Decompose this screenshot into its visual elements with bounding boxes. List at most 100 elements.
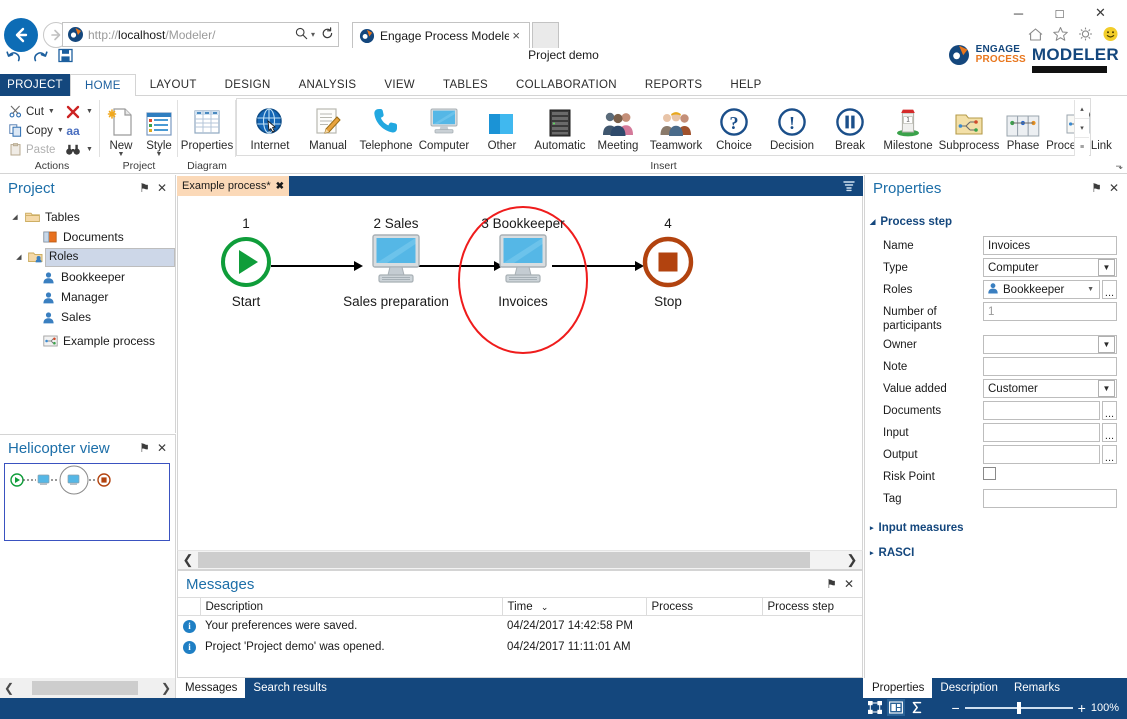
minimize-icon[interactable]: ─ <box>998 2 1039 24</box>
pin-icon[interactable]: ⚑ <box>139 441 150 455</box>
roles-combo[interactable]: Bookkeeper ▼ <box>983 280 1100 299</box>
diagram-tab-close-icon[interactable]: ✖ <box>276 181 284 192</box>
zoom-control[interactable]: − + 100% <box>951 700 1119 716</box>
cut-dropdown-icon[interactable]: ▼ <box>48 108 55 115</box>
back-icon[interactable] <box>4 18 38 52</box>
refresh-icon[interactable] <box>321 26 334 43</box>
tree-item-tables[interactable]: ◢ Tables <box>4 207 175 227</box>
fit-page-icon[interactable] <box>866 699 884 716</box>
search-icon[interactable] <box>295 27 308 43</box>
scroll-track[interactable] <box>18 681 157 695</box>
insert-subprocess-button[interactable]: Subprocess <box>937 103 1001 152</box>
tree-item-bookkeeper[interactable]: Bookkeeper <box>4 267 175 287</box>
pin-icon[interactable]: ⚑ <box>826 577 837 591</box>
risk-point-checkbox[interactable] <box>983 467 996 480</box>
input-input[interactable] <box>983 423 1100 442</box>
ribbon-tab-layout[interactable]: LAYOUT <box>136 74 211 96</box>
ribbon-tab-project[interactable]: PROJECT <box>0 74 70 96</box>
gallery-scroll-down-icon[interactable]: ▾ <box>1075 119 1089 138</box>
chevron-down-icon[interactable]: ▼ <box>1098 259 1115 276</box>
column-header-description[interactable]: Description <box>200 597 503 616</box>
delete-dropdown-icon[interactable]: ▼ <box>86 108 93 115</box>
scroll-right-icon[interactable]: ❯ <box>157 681 175 695</box>
copy-button[interactable]: Copy ▼ <box>6 121 64 140</box>
ribbon-tab-analysis[interactable]: ANALYSIS <box>285 74 371 96</box>
table-row[interactable]: i Project 'Project demo' was opened. 04/… <box>178 637 862 658</box>
close-icon[interactable]: ✕ <box>1109 181 1119 195</box>
documents-ellipsis-button[interactable]: ... <box>1102 401 1117 420</box>
tree-item-documents[interactable]: Documents <box>4 227 175 247</box>
insert-manual-button[interactable]: Manual <box>299 103 357 152</box>
note-input[interactable] <box>983 357 1117 376</box>
ribbon-tab-tables[interactable]: TABLES <box>429 74 502 96</box>
delete-button[interactable]: ▼ <box>64 102 93 121</box>
insert-telephone-button[interactable]: Telephone <box>357 103 415 152</box>
type-select[interactable]: Computer ▼ <box>983 258 1117 277</box>
insert-gallery-scrollbar[interactable]: ▴ ▾ ≡ <box>1074 100 1089 156</box>
ribbon-tab-help[interactable]: HELP <box>716 74 775 96</box>
output-ellipsis-button[interactable]: ... <box>1102 445 1117 464</box>
paste-button[interactable]: Paste <box>6 140 64 159</box>
insert-choice-button[interactable]: ? Choice <box>705 103 763 152</box>
helicopter-minimap[interactable] <box>4 463 170 541</box>
zoom-out-button[interactable]: − <box>951 700 959 716</box>
value-added-select[interactable]: Customer ▼ <box>983 379 1117 398</box>
expand-arrow-icon[interactable]: ◢ <box>12 253 26 261</box>
diagram-node-stop[interactable]: 4 Stop <box>612 216 724 309</box>
tab-messages[interactable]: Messages <box>177 678 246 698</box>
ribbon-tab-design[interactable]: DESIGN <box>211 74 285 96</box>
column-header-process[interactable]: Process <box>646 597 763 616</box>
tab-properties[interactable]: Properties <box>864 678 933 698</box>
close-icon[interactable]: ✕ <box>1080 2 1121 24</box>
input-ellipsis-button[interactable]: ... <box>1102 423 1117 442</box>
insert-internet-button[interactable]: Internet <box>241 103 299 152</box>
redo-icon[interactable] <box>32 49 48 68</box>
diagram-node-invoices[interactable]: 3 Bookkeeper Invoices <box>463 216 583 309</box>
insert-teamwork-button[interactable]: Teamwork <box>647 103 705 152</box>
insert-meeting-button[interactable]: Meeting <box>589 103 647 152</box>
tag-input[interactable] <box>983 489 1117 508</box>
diagram-tab-example-process[interactable]: Example process* ✖ <box>177 176 290 196</box>
maximize-icon[interactable]: □ <box>1039 2 1080 24</box>
save-icon[interactable] <box>58 48 73 68</box>
zoom-slider-thumb[interactable] <box>1016 702 1021 714</box>
expand-arrow-icon[interactable]: ▸ <box>870 549 874 557</box>
scroll-thumb[interactable] <box>198 552 810 568</box>
ribbon-tab-reports[interactable]: REPORTS <box>631 74 716 96</box>
owner-select[interactable]: ▼ <box>983 335 1117 354</box>
diagram-properties-button[interactable]: Properties <box>178 103 236 152</box>
close-icon[interactable]: ✕ <box>844 577 854 591</box>
zoom-in-button[interactable]: + <box>1078 700 1086 716</box>
find-button[interactable]: ▼ <box>64 140 93 159</box>
font-button[interactable]: aa <box>64 121 93 140</box>
chevron-down-icon[interactable]: ▾ <box>311 30 315 39</box>
diagram-scroll-left-icon[interactable]: ❮ <box>178 552 198 568</box>
insert-milestone-button[interactable]: 1 Milestone <box>879 103 937 152</box>
insert-phase-button[interactable]: Phase <box>1001 103 1045 152</box>
find-dropdown-icon[interactable]: ▼ <box>86 146 93 153</box>
new-tab-button[interactable] <box>532 22 559 48</box>
section-input-measures[interactable]: ▸ Input measures <box>865 519 1127 537</box>
diagram-horizontal-scrollbar[interactable]: ❮ ❯ <box>177 550 863 570</box>
left-vertical-scrollbar[interactable] <box>163 556 176 678</box>
tree-item-manager[interactable]: Manager <box>4 287 175 307</box>
gallery-scroll-up-icon[interactable]: ▴ <box>1075 100 1089 119</box>
copy-dropdown-icon[interactable]: ▼ <box>57 127 64 134</box>
zoom-slider-track[interactable] <box>964 702 1073 714</box>
collapse-arrow-icon[interactable]: ◢ <box>870 218 875 226</box>
diagram-node-sales-preparation[interactable]: 2 Sales Sales preparation <box>311 216 481 309</box>
insert-automatic-button[interactable]: Automatic <box>531 103 589 152</box>
gallery-more-icon[interactable]: ≡ <box>1075 138 1089 156</box>
documents-input[interactable] <box>983 401 1100 420</box>
chevron-down-icon[interactable]: ▼ <box>1087 286 1099 293</box>
fit-width-icon[interactable] <box>887 699 905 716</box>
pin-icon[interactable]: ⚑ <box>139 181 150 195</box>
close-icon[interactable]: ✕ <box>157 181 167 195</box>
tree-item-example-process[interactable]: Example process <box>4 331 175 351</box>
cut-button[interactable]: Cut ▼ <box>6 102 64 121</box>
close-icon[interactable]: ✕ <box>157 441 167 455</box>
insert-computer-button[interactable]: Computer <box>415 103 473 152</box>
project-horizontal-scrollbar[interactable]: ❮ ❯ <box>0 678 176 698</box>
diagram-scroll-right-icon[interactable]: ❯ <box>842 552 862 568</box>
section-process-step[interactable]: ◢ Process step <box>865 213 1127 231</box>
